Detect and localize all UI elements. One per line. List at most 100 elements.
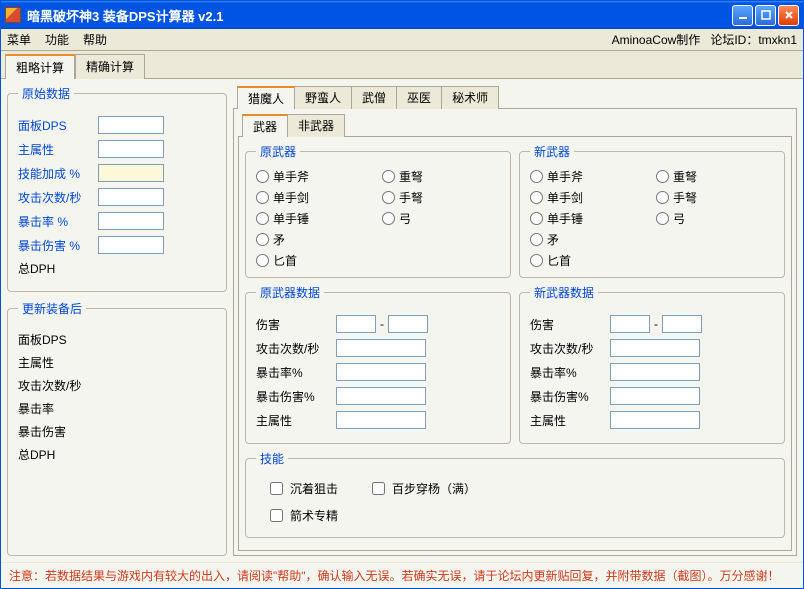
class-tabs: 猎魔人 野蛮人 武僧 巫医 秘术师 — [233, 85, 797, 108]
input-nd-main[interactable] — [610, 411, 700, 429]
tab-nonweapon[interactable]: 非武器 — [287, 114, 345, 137]
radio-new-mace[interactable]: 单手锤 — [530, 210, 648, 227]
lbl-main-stat: 主属性 — [18, 141, 98, 158]
input-nd-dmg-min[interactable] — [610, 315, 650, 333]
menubar: 菜单 功能 帮助 AminoaCow制作 论坛ID：tmxkn1 — [1, 29, 803, 51]
tab-witch-doctor[interactable]: 巫医 — [396, 86, 442, 109]
minimize-button[interactable] — [732, 5, 753, 26]
chk-skill-2[interactable]: 百步穿杨（满） — [368, 479, 476, 498]
tab-precise-calc[interactable]: 精确计算 — [75, 54, 145, 79]
lbl-nd-main: 主属性 — [530, 412, 610, 429]
group-new-data: 新武器数据 伤害 - 攻击次数/秒 暴击率% 暴击伤害% 主属性 — [519, 284, 785, 444]
input-aps[interactable] — [98, 188, 164, 206]
menu-function[interactable]: 功能 — [45, 31, 69, 48]
tab-weapon[interactable]: 武器 — [242, 114, 288, 137]
tab-barbarian[interactable]: 野蛮人 — [294, 86, 352, 109]
input-nd-critd[interactable] — [610, 387, 700, 405]
lbl-od-critd: 暴击伤害% — [256, 388, 336, 405]
app-icon — [5, 7, 21, 23]
close-button[interactable] — [778, 5, 799, 26]
radio-new-sword[interactable]: 单手剑 — [530, 189, 648, 206]
input-od-crit[interactable] — [336, 363, 426, 381]
lbl-od-aps: 攻击次数/秒 — [256, 340, 336, 357]
lbl-after-aps: 攻击次数/秒 — [18, 377, 98, 394]
legend-new-weapon: 新武器 — [530, 143, 574, 160]
radio-new-axe[interactable]: 单手斧 — [530, 168, 648, 185]
group-new-weapon: 新武器 单手斧 重弩 单手剑 手弩 单手锤 弓 矛 匕首 — [519, 143, 785, 278]
legend-original: 原始数据 — [18, 85, 74, 102]
window-title: 暗黑破坏神3 装备DPS计算器 v2.1 — [27, 6, 732, 25]
tab-rough-calc[interactable]: 粗略计算 — [5, 54, 75, 79]
input-crit-dmg[interactable] — [98, 236, 164, 254]
lbl-nd-dmg: 伤害 — [530, 316, 610, 333]
input-skill-bonus[interactable] — [98, 164, 164, 182]
input-od-dmg-min[interactable] — [336, 315, 376, 333]
chk-skill-1[interactable]: 沉着狙击 — [266, 479, 338, 498]
lbl-after-crit-rate: 暴击率 — [18, 400, 98, 417]
group-old-weapon: 原武器 单手斧 重弩 单手剑 手弩 单手锤 弓 矛 匕首 — [245, 143, 511, 278]
maximize-button[interactable] — [755, 5, 776, 26]
tab-monk[interactable]: 武僧 — [351, 86, 397, 109]
lbl-od-crit: 暴击率% — [256, 364, 336, 381]
legend-skills: 技能 — [256, 450, 288, 467]
menu-main[interactable]: 菜单 — [7, 31, 31, 48]
lbl-nd-critd: 暴击伤害% — [530, 388, 610, 405]
class-panel: 武器 非武器 原武器 单手斧 重弩 单手剑 手弩 单手锤 — [233, 108, 797, 556]
radio-old-bow[interactable]: 弓 — [382, 210, 500, 227]
lbl-total-dph: 总DPH — [18, 260, 98, 277]
group-original-data: 原始数据 面板DPS 主属性 技能加成 % 攻击次数/秒 暴击率 % 暴击伤害 … — [7, 85, 227, 292]
radio-new-heavycb[interactable]: 重弩 — [656, 168, 774, 185]
tab-demon-hunter[interactable]: 猎魔人 — [237, 86, 295, 109]
chk-skill-3[interactable]: 箭术专精 — [266, 506, 338, 525]
input-nd-crit[interactable] — [610, 363, 700, 381]
main-tabs: 粗略计算 精确计算 — [1, 53, 803, 78]
input-od-aps[interactable] — [336, 339, 426, 357]
radio-new-dagger[interactable]: 匕首 — [530, 252, 648, 269]
radio-new-handcb[interactable]: 手弩 — [656, 189, 774, 206]
footer-note: 注意：若数据结果与游戏内有较大的出入，请阅读"帮助"，确认输入无误。若确实无误，… — [1, 562, 803, 588]
lbl-nd-crit: 暴击率% — [530, 364, 610, 381]
author-info: AminoaCow制作 论坛ID：tmxkn1 — [612, 31, 797, 48]
titlebar: 暗黑破坏神3 装备DPS计算器 v2.1 — [1, 1, 803, 29]
radio-old-handcb[interactable]: 手弩 — [382, 189, 500, 206]
lbl-panel-dps: 面板DPS — [18, 117, 98, 134]
lbl-aps: 攻击次数/秒 — [18, 189, 98, 206]
lbl-after-total-dph: 总DPH — [18, 446, 98, 463]
radio-new-bow[interactable]: 弓 — [656, 210, 774, 227]
legend-new-data: 新武器数据 — [530, 284, 598, 301]
radio-old-axe[interactable]: 单手斧 — [256, 168, 374, 185]
lbl-after-crit-dmg: 暴击伤害 — [18, 423, 98, 440]
input-od-dmg-max[interactable] — [388, 315, 428, 333]
lbl-skill-bonus: 技能加成 % — [18, 165, 98, 182]
lbl-od-dmg: 伤害 — [256, 316, 336, 333]
input-nd-aps[interactable] — [610, 339, 700, 357]
input-main-stat[interactable] — [98, 140, 164, 158]
weapon-tabs: 武器 非武器 — [238, 113, 792, 136]
lbl-after-panel-dps: 面板DPS — [18, 331, 98, 348]
app-window: 暗黑破坏神3 装备DPS计算器 v2.1 菜单 功能 帮助 AminoaCow制… — [0, 0, 804, 589]
input-nd-dmg-max[interactable] — [662, 315, 702, 333]
input-crit-rate[interactable] — [98, 212, 164, 230]
input-od-critd[interactable] — [336, 387, 426, 405]
radio-old-heavycb[interactable]: 重弩 — [382, 168, 500, 185]
group-after-gear: 更新装备后 面板DPS 主属性 攻击次数/秒 暴击率 暴击伤害 总DPH — [7, 300, 227, 556]
radio-old-mace[interactable]: 单手锤 — [256, 210, 374, 227]
legend-after: 更新装备后 — [18, 300, 86, 317]
input-panel-dps[interactable] — [98, 116, 164, 134]
lbl-od-main: 主属性 — [256, 412, 336, 429]
group-old-data: 原武器数据 伤害 - 攻击次数/秒 暴击率% 暴击伤害% 主属性 — [245, 284, 511, 444]
tab-wizard[interactable]: 秘术师 — [441, 86, 499, 109]
radio-old-sword[interactable]: 单手剑 — [256, 189, 374, 206]
legend-old-weapon: 原武器 — [256, 143, 300, 160]
group-skills: 技能 沉着狙击 百步穿杨（满） 箭术专精 — [245, 450, 785, 538]
lbl-crit-dmg: 暴击伤害 % — [18, 237, 98, 254]
radio-old-spear[interactable]: 矛 — [256, 231, 374, 248]
radio-old-dagger[interactable]: 匕首 — [256, 252, 374, 269]
lbl-crit-rate: 暴击率 % — [18, 213, 98, 230]
lbl-after-main-stat: 主属性 — [18, 354, 98, 371]
menu-help[interactable]: 帮助 — [83, 31, 107, 48]
radio-new-spear[interactable]: 矛 — [530, 231, 648, 248]
content-area: 原始数据 面板DPS 主属性 技能加成 % 攻击次数/秒 暴击率 % 暴击伤害 … — [1, 78, 803, 562]
input-od-main[interactable] — [336, 411, 426, 429]
lbl-nd-aps: 攻击次数/秒 — [530, 340, 610, 357]
